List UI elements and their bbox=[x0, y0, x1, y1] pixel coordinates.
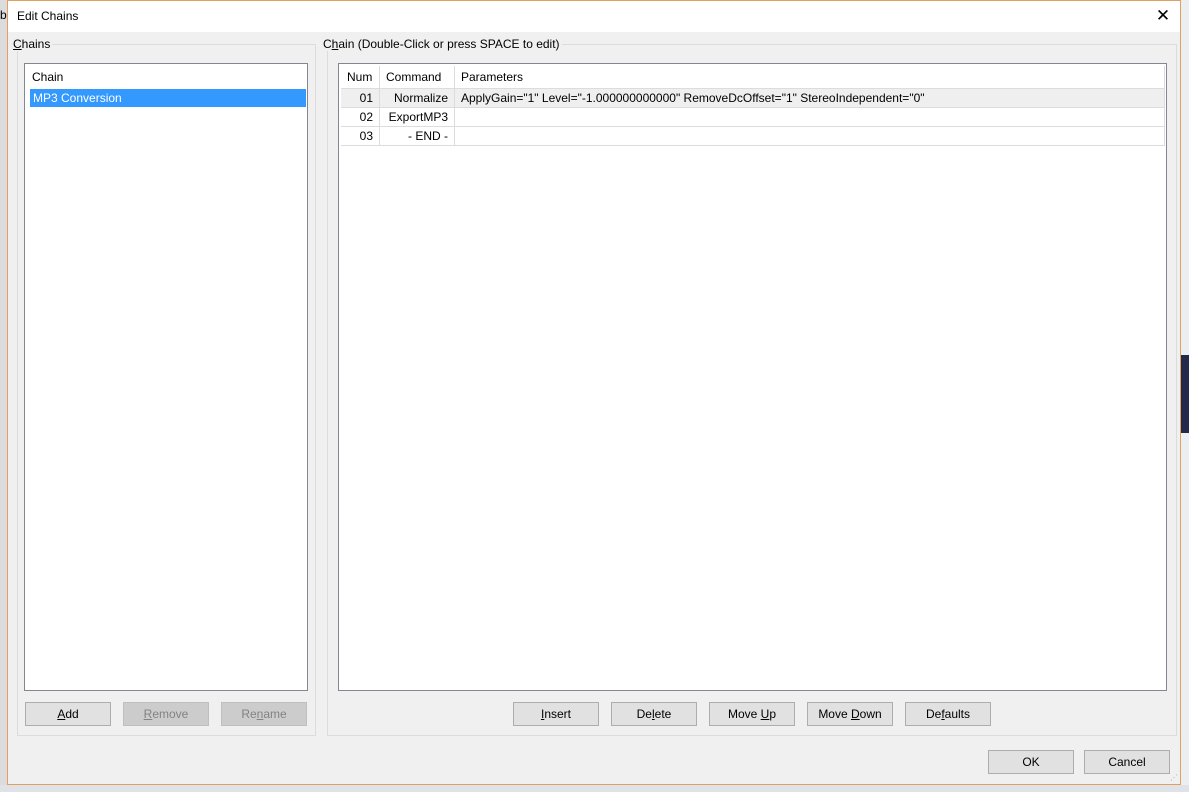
chain-commands-table: Num Command Parameters 01 Normalize Appl… bbox=[341, 66, 1165, 146]
column-header-command[interactable]: Command bbox=[379, 66, 455, 89]
background-window-right bbox=[1181, 0, 1189, 792]
chains-column-header[interactable]: Chain bbox=[32, 70, 63, 84]
row-parameters bbox=[454, 107, 1165, 127]
remove-button[interactable]: Remove bbox=[123, 702, 209, 726]
row-num: 03 bbox=[341, 126, 380, 146]
add-button[interactable]: Add bbox=[25, 702, 111, 726]
chain-commands-grid[interactable]: Num Command Parameters 01 Normalize Appl… bbox=[338, 63, 1167, 691]
chain-group-label: Chain (Double-Click or press SPACE to ed… bbox=[323, 37, 560, 51]
delete-button[interactable]: Delete bbox=[611, 702, 697, 726]
table-row[interactable]: 03 - END - bbox=[341, 126, 1165, 146]
insert-button[interactable]: Insert bbox=[513, 702, 599, 726]
chains-group-label: Chains bbox=[13, 37, 51, 51]
move-down-button[interactable]: Move Down bbox=[807, 702, 893, 726]
title-bar[interactable]: Edit Chains ✕ bbox=[8, 1, 1180, 32]
table-row[interactable]: 02 ExportMP3 bbox=[341, 107, 1165, 127]
row-parameters: ApplyGain="1" Level="-1.000000000000" Re… bbox=[454, 88, 1165, 108]
defaults-button[interactable]: Defaults bbox=[905, 702, 991, 726]
row-command: Normalize bbox=[379, 88, 455, 108]
table-header-row: Num Command Parameters bbox=[341, 66, 1165, 89]
window-title: Edit Chains bbox=[17, 9, 79, 23]
row-command: ExportMP3 bbox=[379, 107, 455, 127]
column-header-parameters[interactable]: Parameters bbox=[454, 66, 1165, 89]
edit-chains-dialog: Edit Chains ✕ Chains Chain MP3 Conversio… bbox=[7, 0, 1181, 785]
background-window-bottom bbox=[0, 785, 1189, 792]
move-up-button[interactable]: Move Up bbox=[709, 702, 795, 726]
row-num: 01 bbox=[341, 88, 380, 108]
table-row[interactable]: 01 Normalize ApplyGain="1" Level="-1.000… bbox=[341, 88, 1165, 108]
ok-button[interactable]: OK bbox=[988, 750, 1074, 774]
background-dark-panel bbox=[1181, 355, 1189, 433]
row-parameters bbox=[454, 126, 1165, 146]
background-text: b bbox=[0, 8, 7, 22]
resize-grip-icon[interactable]: ⋰ bbox=[1170, 773, 1178, 782]
chains-list[interactable]: Chain MP3 Conversion bbox=[24, 63, 308, 691]
cancel-button[interactable]: Cancel bbox=[1084, 750, 1170, 774]
close-icon[interactable]: ✕ bbox=[1152, 5, 1174, 27]
rename-button[interactable]: Rename bbox=[221, 702, 307, 726]
row-num: 02 bbox=[341, 107, 380, 127]
row-command: - END - bbox=[379, 126, 455, 146]
chain-list-item[interactable]: MP3 Conversion bbox=[30, 89, 306, 107]
column-header-num[interactable]: Num bbox=[341, 66, 380, 89]
